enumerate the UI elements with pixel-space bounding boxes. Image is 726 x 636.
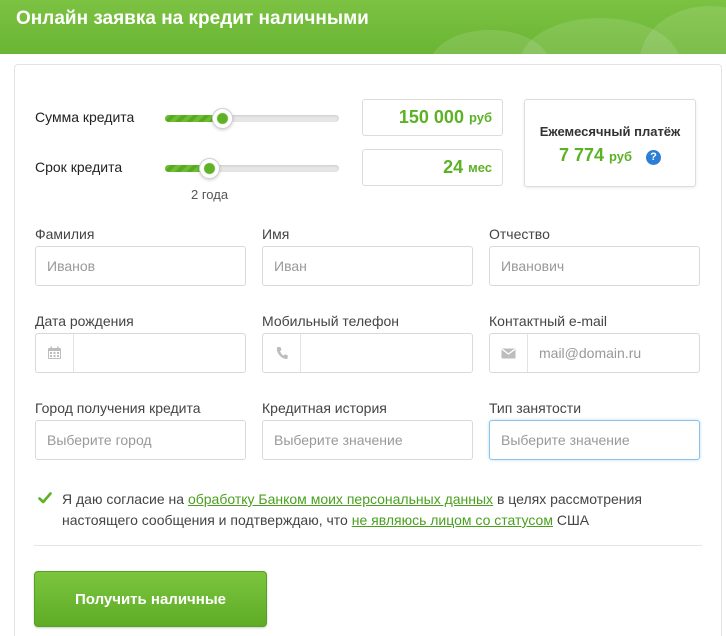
name-input[interactable]: Иван: [262, 246, 473, 286]
surname-input[interactable]: Иванов: [35, 246, 246, 286]
term-slider-handle[interactable]: [198, 158, 220, 179]
personal-data-processing-link[interactable]: обработку Банком моих персональных данны…: [188, 491, 493, 507]
patronymic-placeholder: Иванович: [501, 258, 565, 274]
monthly-payment-box: Ежемесячный платёж 7 774 руб ?: [524, 99, 696, 187]
checkbox-check-icon[interactable]: [38, 491, 52, 505]
term-note: 2 года: [191, 187, 229, 202]
consent-text-part-1: Я даю согласие на: [62, 491, 188, 507]
monthly-payment-label: Ежемесячный платёж: [539, 124, 681, 139]
surname-label: Фамилия: [35, 226, 95, 242]
consent-block: Я даю согласие на обработку Банком моих …: [34, 489, 674, 531]
phone-input[interactable]: [262, 333, 473, 373]
city-placeholder: Выберите город: [47, 432, 152, 448]
credit-history-placeholder: Выберите значение: [274, 432, 403, 448]
patronymic-input[interactable]: Иванович: [489, 246, 700, 286]
us-status-link[interactable]: не являюсь лицом со статусом: [352, 512, 553, 528]
help-icon[interactable]: ?: [646, 150, 662, 165]
employment-label: Тип занятости: [489, 400, 582, 416]
birthdate-label: Дата рождения: [35, 313, 134, 329]
employment-placeholder: Выберите значение: [501, 432, 630, 448]
credit-history-label: Кредитная история: [262, 400, 387, 416]
email-input[interactable]: mail@domain.ru: [489, 333, 700, 373]
credit-history-select[interactable]: Выберите значение: [262, 420, 473, 460]
birthdate-input[interactable]: [35, 333, 246, 373]
amount-value-field[interactable]: 150 000 руб: [362, 99, 503, 136]
phone-label: Мобильный телефон: [262, 313, 399, 329]
term-unit: мес: [468, 160, 492, 175]
consent-text-part-3: США: [552, 512, 590, 528]
phone-icon: [263, 334, 301, 372]
page-title: Онлайн заявка на кредит наличными: [16, 8, 369, 29]
surname-placeholder: Иванов: [47, 258, 96, 274]
envelope-icon: [490, 334, 528, 372]
term-slider-label: Срок кредита: [35, 159, 123, 175]
employment-select[interactable]: Выберите значение: [489, 420, 700, 460]
city-select[interactable]: Выберите город: [35, 420, 246, 460]
email-label: Контактный e-mail: [489, 313, 608, 329]
amount-slider[interactable]: [165, 108, 339, 129]
monthly-payment-unit: руб: [609, 149, 633, 164]
consent-text: Я даю согласие на обработку Банком моих …: [34, 489, 674, 531]
term-value-field[interactable]: 24 мес: [362, 149, 503, 186]
name-placeholder: Иван: [274, 258, 307, 274]
divider: [34, 545, 702, 546]
amount-value: 150 000: [398, 107, 464, 127]
amount-slider-label: Сумма кредита: [35, 109, 135, 125]
term-slider[interactable]: [165, 158, 339, 179]
patronymic-label: Отчество: [489, 226, 550, 242]
email-placeholder: mail@domain.ru: [539, 345, 642, 361]
monthly-payment-value: 7 774: [558, 145, 604, 165]
city-label: Город получения кредита: [35, 400, 201, 416]
term-value: 24: [443, 157, 464, 177]
name-label: Имя: [262, 226, 290, 242]
amount-unit: руб: [468, 110, 492, 125]
calendar-icon: [36, 334, 74, 372]
get-cash-button[interactable]: Получить наличные: [34, 571, 267, 627]
page-header: Онлайн заявка на кредит наличными: [0, 0, 726, 54]
